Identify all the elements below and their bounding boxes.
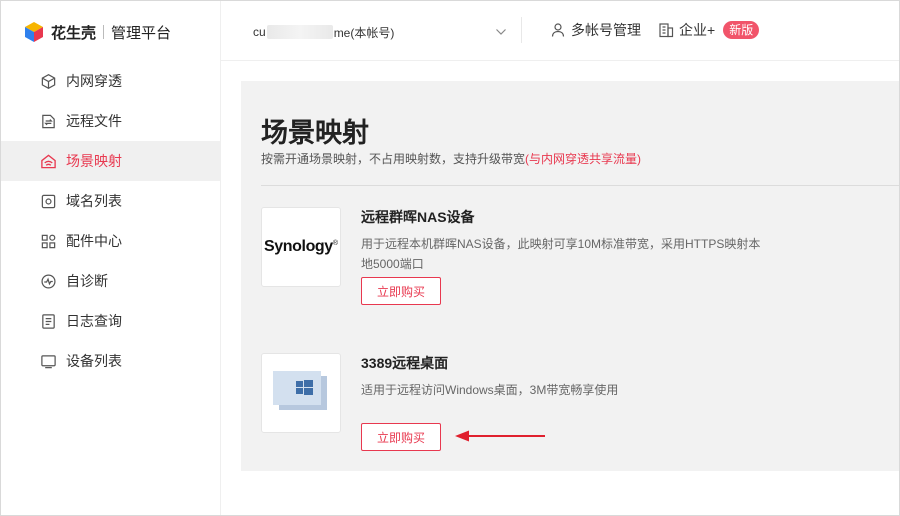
- scene-map-icon: [39, 152, 57, 170]
- enterprise-label: 企业+: [679, 22, 716, 38]
- account-selector[interactable]: cu me(本帐号): [253, 21, 511, 43]
- card-description: 适用于远程访问Windows桌面，3M带宽畅享使用: [361, 383, 619, 397]
- card-title: 远程群晖NAS设备: [361, 209, 475, 225]
- sidebar-item-label: 场景映射: [66, 153, 122, 169]
- cube-icon: [39, 72, 57, 90]
- buy-now-button[interactable]: 立即购买: [361, 423, 441, 451]
- grid-icon: [39, 232, 57, 250]
- sidebar-item-label: 配件中心: [66, 233, 122, 249]
- page-title: 场景映射: [261, 118, 369, 148]
- sidebar-item-devices[interactable]: 设备列表: [1, 341, 220, 381]
- windows-desktop-thumb: [261, 353, 341, 433]
- registered-mark: ®: [332, 239, 338, 247]
- sidebar-item-logs[interactable]: 日志查询: [1, 301, 220, 341]
- pulse-icon: [39, 272, 57, 290]
- sidebar-item-scene-mapping[interactable]: 场景映射: [1, 141, 220, 181]
- domain-icon: [39, 192, 57, 210]
- topbar-divider: [521, 17, 522, 43]
- app-window: 花生壳 管理平台 内网穿透 远程文件 场景映射 域名列表 配件中心 自诊断 日志…: [0, 0, 900, 516]
- enterprise-button[interactable]: 企业+ 新版: [658, 20, 760, 40]
- new-version-badge: 新版: [723, 21, 760, 39]
- brand-name: 花生壳: [51, 24, 97, 42]
- multi-account-label: 多帐号管理: [571, 22, 641, 38]
- sidebar-item-diagnosis[interactable]: 自诊断: [1, 261, 220, 301]
- sidebar-item-domains[interactable]: 域名列表: [1, 181, 220, 221]
- main-content: 场景映射 按需开通场景映射，不占用映射数，支持升级带宽(与内网穿透共享流量) S…: [221, 61, 899, 515]
- file-transfer-icon: [39, 112, 57, 130]
- sidebar-item-intranet[interactable]: 内网穿透: [1, 61, 220, 101]
- sidebar-item-label: 设备列表: [66, 353, 122, 369]
- section-divider: [261, 185, 899, 186]
- buy-now-button[interactable]: 立即购买: [361, 277, 441, 305]
- brand-subtitle: 管理平台: [111, 24, 172, 42]
- sidebar-item-label: 日志查询: [66, 313, 122, 329]
- product-card-remote-desktop: 3389远程桌面 适用于远程访问Windows桌面，3M带宽畅享使用 立即购买: [261, 353, 899, 463]
- multi-account-button[interactable]: 多帐号管理: [550, 20, 641, 40]
- sidebar-item-label: 内网穿透: [66, 73, 122, 89]
- page-description-highlight: (与内网穿透共享流量): [525, 152, 642, 166]
- logo-icon: [23, 21, 45, 43]
- brand-divider: [103, 25, 105, 39]
- log-icon: [39, 312, 57, 330]
- sidebar: 花生壳 管理平台 内网穿透 远程文件 场景映射 域名列表 配件中心 自诊断 日志…: [1, 1, 221, 515]
- sidebar-item-label: 远程文件: [66, 113, 122, 129]
- page-description: 按需开通场景映射，不占用映射数，支持升级带宽(与内网穿透共享流量): [261, 150, 641, 167]
- building-icon: [659, 23, 674, 38]
- chevron-down-icon: [496, 29, 506, 35]
- card-title: 3389远程桌面: [361, 355, 449, 371]
- brand[interactable]: 花生壳 管理平台: [1, 1, 220, 63]
- sidebar-item-label: 自诊断: [66, 273, 108, 289]
- synology-logo-thumb: Synology ®: [261, 207, 341, 287]
- account-name-suffix: me(本帐号): [333, 25, 395, 40]
- scene-mapping-panel: 场景映射 按需开通场景映射，不占用映射数，支持升级带宽(与内网穿透共享流量) S…: [241, 81, 899, 471]
- user-icon: [551, 23, 565, 37]
- product-card-synology: Synology ® 远程群晖NAS设备 用于远程本机群晖NAS设备，此映射可享1…: [261, 207, 899, 317]
- card-description: 用于远程本机群晖NAS设备，此映射可享10M标准带宽，采用HTTPS映射本地50…: [361, 237, 761, 271]
- redacted-account-name: [266, 25, 333, 39]
- sidebar-item-accessories[interactable]: 配件中心: [1, 221, 220, 261]
- page-description-text: 按需开通场景映射，不占用映射数，支持升级带宽: [261, 152, 526, 166]
- synology-logo-text: Synology: [264, 238, 333, 255]
- top-bar: cu me(本帐号) 多帐号管理 企业+ 新版: [221, 1, 899, 61]
- annotation-arrow-icon: [455, 430, 545, 442]
- sidebar-nav: 内网穿透 远程文件 场景映射 域名列表 配件中心 自诊断 日志查询 设备列表: [1, 61, 220, 381]
- monitor-icon: [39, 352, 57, 370]
- sidebar-item-remote-files[interactable]: 远程文件: [1, 101, 220, 141]
- windows-desktop-icon: [273, 371, 327, 410]
- account-name-prefix: cu: [253, 25, 266, 39]
- sidebar-item-label: 域名列表: [66, 193, 122, 209]
